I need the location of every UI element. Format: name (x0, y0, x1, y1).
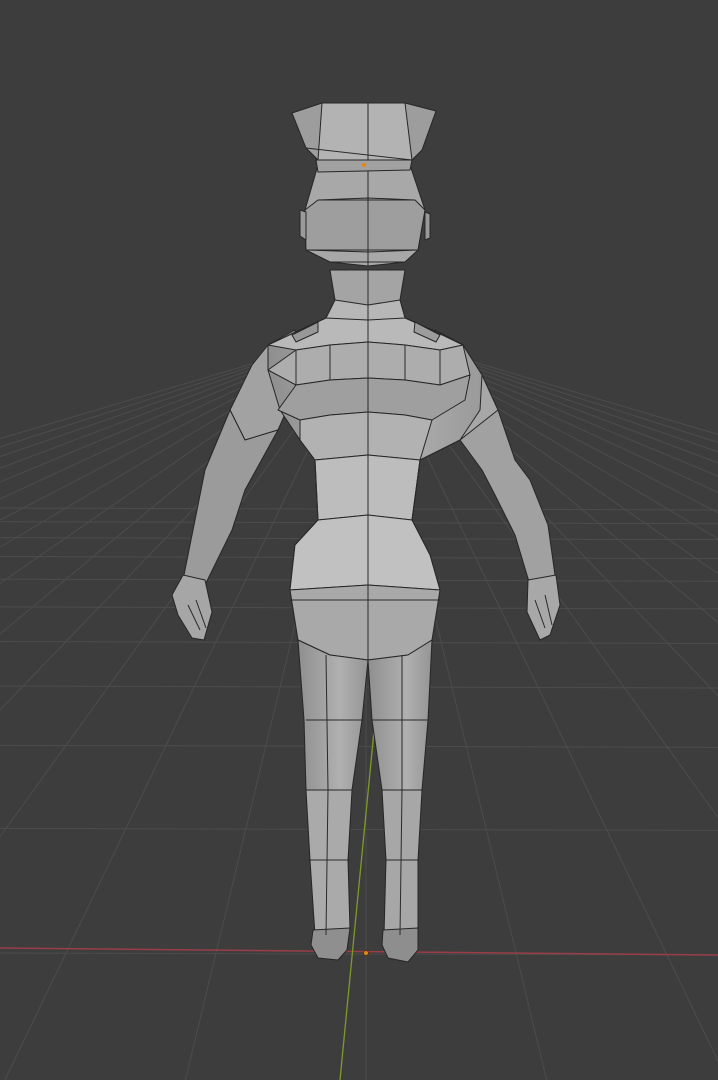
left-ear (299, 209, 307, 241)
origin-point-world[interactable] (363, 950, 369, 956)
right-ear (424, 211, 431, 241)
left-thigh (297, 639, 369, 791)
right-hand (526, 574, 561, 641)
right-leg[interactable] (367, 639, 433, 963)
origin-point-head[interactable] (361, 162, 367, 168)
right-forearm (459, 409, 556, 586)
viewport-canvas[interactable] (0, 0, 718, 1080)
left-leg[interactable] (297, 639, 369, 961)
cap[interactable] (291, 102, 437, 173)
left-shin (305, 789, 353, 936)
grid-line (0, 827, 718, 831)
right-thigh (367, 639, 433, 791)
head[interactable] (299, 164, 431, 267)
left-hand (171, 574, 213, 641)
left-cuff (310, 927, 351, 961)
grid-line (0, 744, 718, 748)
3d-viewport[interactable] (0, 0, 718, 1080)
torso[interactable] (267, 295, 483, 591)
left-forearm (182, 409, 279, 586)
